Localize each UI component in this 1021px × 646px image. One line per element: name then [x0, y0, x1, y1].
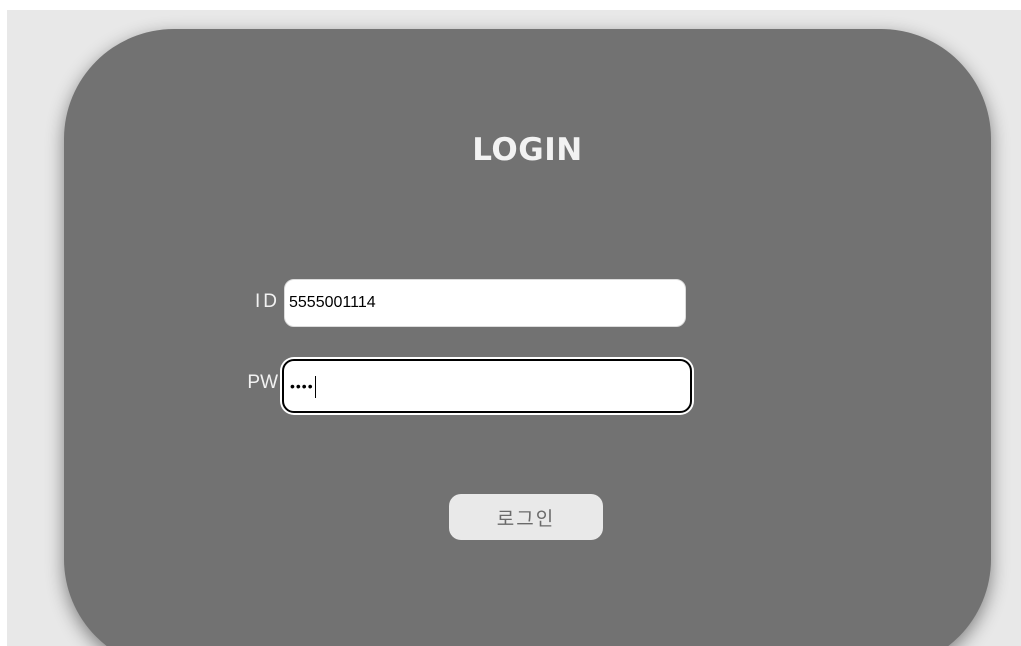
- id-input-value: 5555001114: [289, 294, 376, 311]
- password-input[interactable]: ••••: [282, 359, 692, 413]
- pw-label: PW: [247, 372, 278, 393]
- id-input[interactable]: 5555001114: [284, 279, 686, 327]
- login-button[interactable]: 로그인: [449, 494, 603, 540]
- password-mask: ••••: [290, 378, 314, 394]
- login-card: LOGIN ID 5555001114 PW •••• 로그인: [64, 29, 991, 646]
- text-caret: [314, 376, 316, 399]
- id-label: ID: [255, 291, 280, 312]
- page-background: LOGIN ID 5555001114 PW •••• 로그인: [7, 10, 1021, 646]
- password-input-value: ••••: [290, 375, 316, 399]
- login-title: LOGIN: [472, 132, 583, 168]
